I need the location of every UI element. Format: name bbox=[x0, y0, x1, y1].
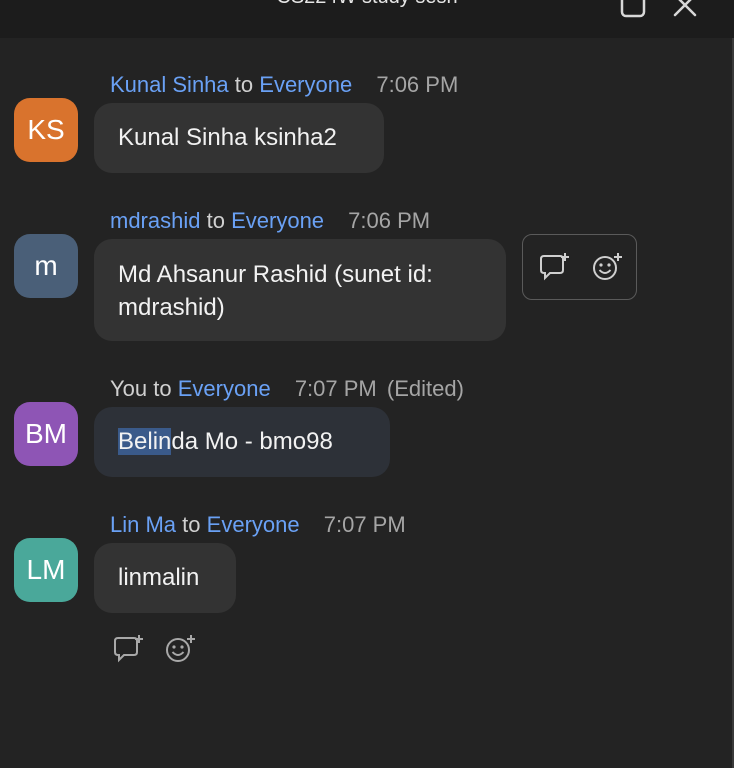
message-bubble[interactable]: Md Ahsanur Rashid (sunet id: mdrashid) bbox=[94, 239, 506, 341]
message-text: Kunal Sinha ksinha2 bbox=[118, 124, 337, 151]
reply-in-thread-icon[interactable] bbox=[537, 250, 573, 286]
sender-name[interactable]: Kunal Sinha bbox=[110, 72, 229, 97]
recipient-name[interactable]: Everyone bbox=[231, 208, 324, 233]
message-time: 7:07 PM bbox=[323, 512, 406, 537]
message-hover-actions bbox=[522, 234, 637, 300]
message-bubble[interactable]: Belinda Mo - bmo98 bbox=[94, 407, 390, 477]
message-time: 7:07 PM bbox=[294, 376, 377, 401]
to-label: to bbox=[153, 376, 172, 401]
message-bubble[interactable]: linmalin bbox=[94, 543, 236, 613]
recipient-name[interactable]: Everyone bbox=[259, 72, 352, 97]
message-text-line: Md Ahsanur Rashid (sunet id: bbox=[118, 261, 433, 288]
avatar[interactable]: BM bbox=[14, 402, 78, 466]
avatar[interactable]: LM bbox=[14, 538, 78, 602]
to-label: to bbox=[206, 208, 225, 233]
sender-name[interactable]: mdrashid bbox=[110, 208, 200, 233]
to-label: to bbox=[182, 512, 201, 537]
to-label: to bbox=[234, 72, 254, 97]
message-text-line: mdrashid) bbox=[118, 294, 225, 321]
close-icon[interactable] bbox=[670, 0, 700, 25]
reply-in-thread-icon[interactable] bbox=[111, 632, 147, 668]
add-reaction-icon[interactable] bbox=[163, 632, 199, 668]
message-header: mdrashid to Everyone 7:06 PM bbox=[110, 208, 430, 234]
message-text: linmalin bbox=[118, 564, 200, 591]
recipient-name[interactable]: Everyone bbox=[178, 376, 271, 401]
message-time: 7:06 PM bbox=[376, 72, 459, 97]
recipient-name[interactable]: Everyone bbox=[207, 512, 300, 537]
edited-label: (Edited) bbox=[386, 376, 464, 401]
sender-name[interactable]: Lin Ma bbox=[110, 512, 176, 537]
sender-name: You bbox=[110, 376, 148, 401]
message-time: 7:06 PM bbox=[348, 208, 431, 233]
message-bubble[interactable]: Kunal Sinha ksinha2 bbox=[94, 103, 384, 173]
selected-text[interactable]: Belin bbox=[118, 428, 172, 455]
avatar[interactable]: KS bbox=[14, 98, 78, 162]
message-header: Kunal Sinha to Everyone 7:06 PM bbox=[110, 72, 458, 98]
pop-out-icon[interactable] bbox=[618, 0, 648, 25]
avatar[interactable]: m bbox=[14, 234, 78, 298]
message-text: da Mo - bmo98 bbox=[171, 428, 333, 455]
message-header: You to Everyone 7:07 PM (Edited) bbox=[110, 376, 464, 402]
message-header: Lin Ma to Everyone 7:07 PM bbox=[110, 512, 406, 538]
add-reaction-icon[interactable] bbox=[590, 250, 626, 286]
chat-title-bar: CS224W study sesh bbox=[0, 0, 734, 38]
